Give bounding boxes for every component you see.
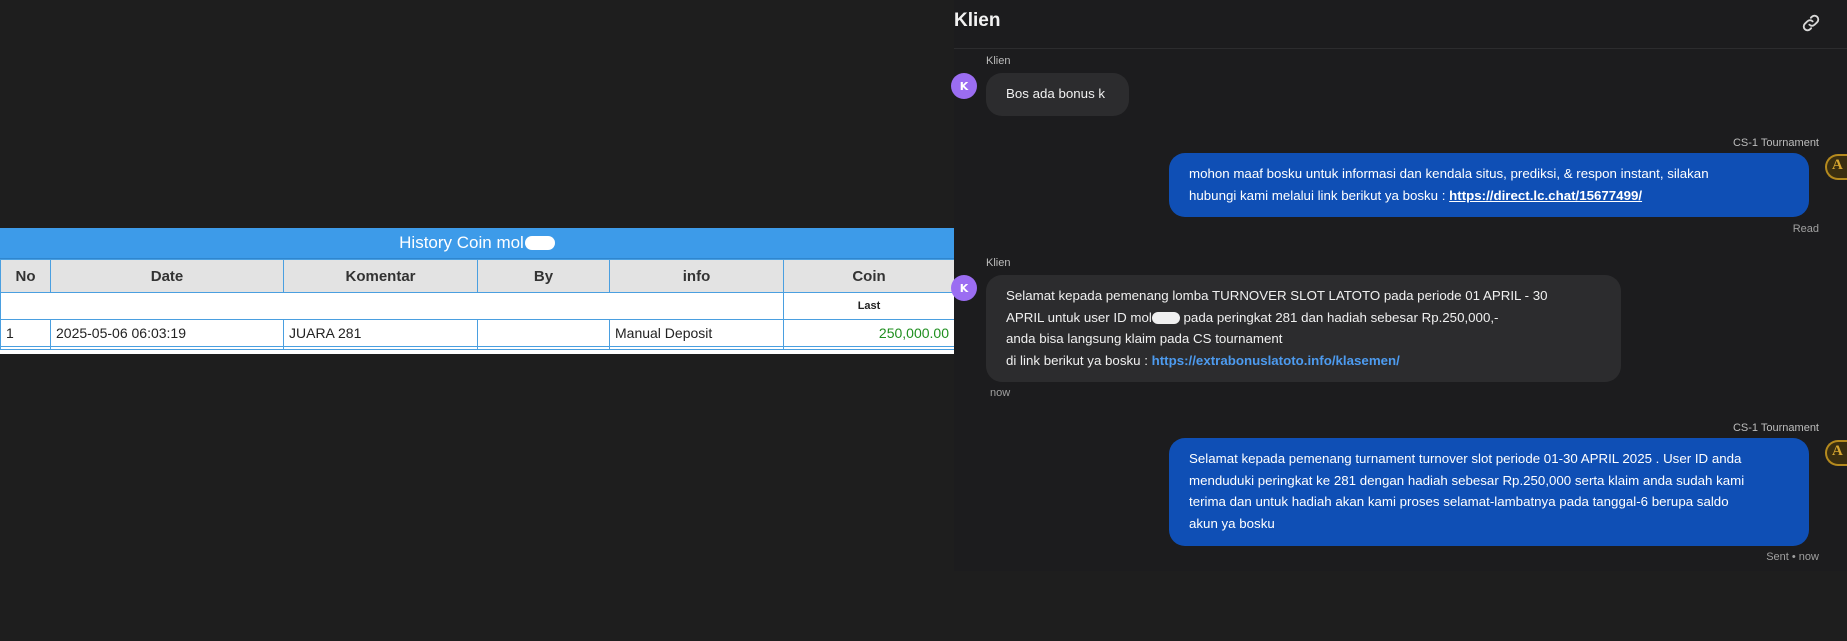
chat-header: Klien — [954, 0, 1847, 49]
klasemen-link[interactable]: https://extrabonuslatoto.info/klasemen/ — [1152, 353, 1400, 368]
agent-avatar: A — [1825, 154, 1847, 180]
table-header-row: No Date Komentar By info Coin — [0, 259, 955, 293]
cell-no: 1 — [0, 319, 51, 347]
column-header-date[interactable]: Date — [50, 259, 284, 293]
message-line: hubungi kami melalui link berikut ya bos… — [1189, 187, 1450, 203]
column-header-komentar[interactable]: Komentar — [283, 259, 478, 293]
message-line: menduduki peringkat ke 281 dengan hadiah… — [1189, 472, 1745, 488]
message-timestamp: now — [990, 387, 1011, 399]
message-bubble-agent: mohon maaf bosku untuk informasi dan ken… — [1169, 153, 1809, 217]
history-title-bar: History Coin mol — [0, 228, 954, 259]
support-link[interactable]: https://direct.lc.chat/15677499/ — [1449, 188, 1642, 203]
cell-coin: 250,000.00 — [783, 319, 955, 347]
message-line: mohon maaf bosku untuk informasi dan ken… — [1189, 166, 1709, 181]
message-line: APRIL untuk user ID mol — [1006, 309, 1152, 325]
sender-name-agent: CS-1 Tournament — [1732, 422, 1819, 434]
message-bubble-client: Selamat kepada pemenang lomba TURNOVER S… — [986, 275, 1621, 382]
client-avatar: K — [951, 73, 977, 99]
message-line: pada peringkat 281 dan hadiah sebesar Rp… — [1179, 309, 1499, 325]
client-avatar: K — [951, 275, 977, 301]
sender-name-client: Klien — [986, 55, 1011, 67]
last-row: Last — [0, 292, 955, 320]
message-line: akun ya bosku — [1189, 515, 1275, 531]
message-bubble-client: Bos ada bonus k — [986, 73, 1129, 116]
message-bubble-agent: Selamat kepada pemenang turnament turnov… — [1169, 438, 1809, 546]
column-header-coin[interactable]: Coin — [783, 259, 955, 293]
column-header-info[interactable]: info — [609, 259, 784, 293]
message-line: di link berikut ya bosku : — [1006, 352, 1152, 368]
last-label: Last — [783, 292, 955, 320]
chat-panel: Klien Klien K Bos ada bonus k CS-1 Tourn… — [951, 0, 1847, 571]
column-header-no[interactable]: No — [0, 259, 51, 293]
history-coin-panel: History Coin mol No Date Komentar By inf… — [0, 228, 955, 354]
cell-by — [477, 319, 610, 347]
redacted-user-id — [1151, 311, 1180, 324]
cell-info: Manual Deposit — [609, 319, 784, 347]
column-header-by[interactable]: By — [477, 259, 610, 293]
message-line: terima dan untuk hadiah akan kami proses… — [1189, 494, 1729, 509]
sender-name-agent: CS-1 Tournament — [1732, 137, 1819, 149]
cell-date: 2025-05-06 06:03:19 — [50, 319, 284, 347]
message-line: Selamat kepada pemenang turnament turnov… — [1189, 451, 1742, 466]
cell-komentar: JUARA 281 — [283, 319, 478, 347]
history-table: No Date Komentar By info Coin Last 1 202… — [0, 259, 955, 350]
redacted-username — [524, 236, 555, 250]
table-row: 1 2025-05-06 06:03:19 JUARA 281 Manual D… — [0, 319, 955, 347]
last-row-spacer — [0, 292, 784, 320]
message-line: anda bisa langsung klaim pada CS tournam… — [1006, 331, 1283, 346]
sender-name-client: Klien — [986, 257, 1011, 269]
message-status-read: Read — [1792, 223, 1819, 235]
table-row-stub — [0, 346, 955, 350]
history-title: History Coin mol — [399, 233, 524, 252]
message-status-sent: Sent • now — [1766, 551, 1819, 563]
message-line: Selamat kepada pemenang lomba TURNOVER S… — [1006, 288, 1548, 303]
link-icon[interactable] — [1801, 13, 1821, 33]
chat-title: Klien — [954, 10, 1001, 31]
message-text: Bos ada bonus k — [1006, 86, 1106, 101]
agent-avatar: A — [1825, 440, 1847, 466]
